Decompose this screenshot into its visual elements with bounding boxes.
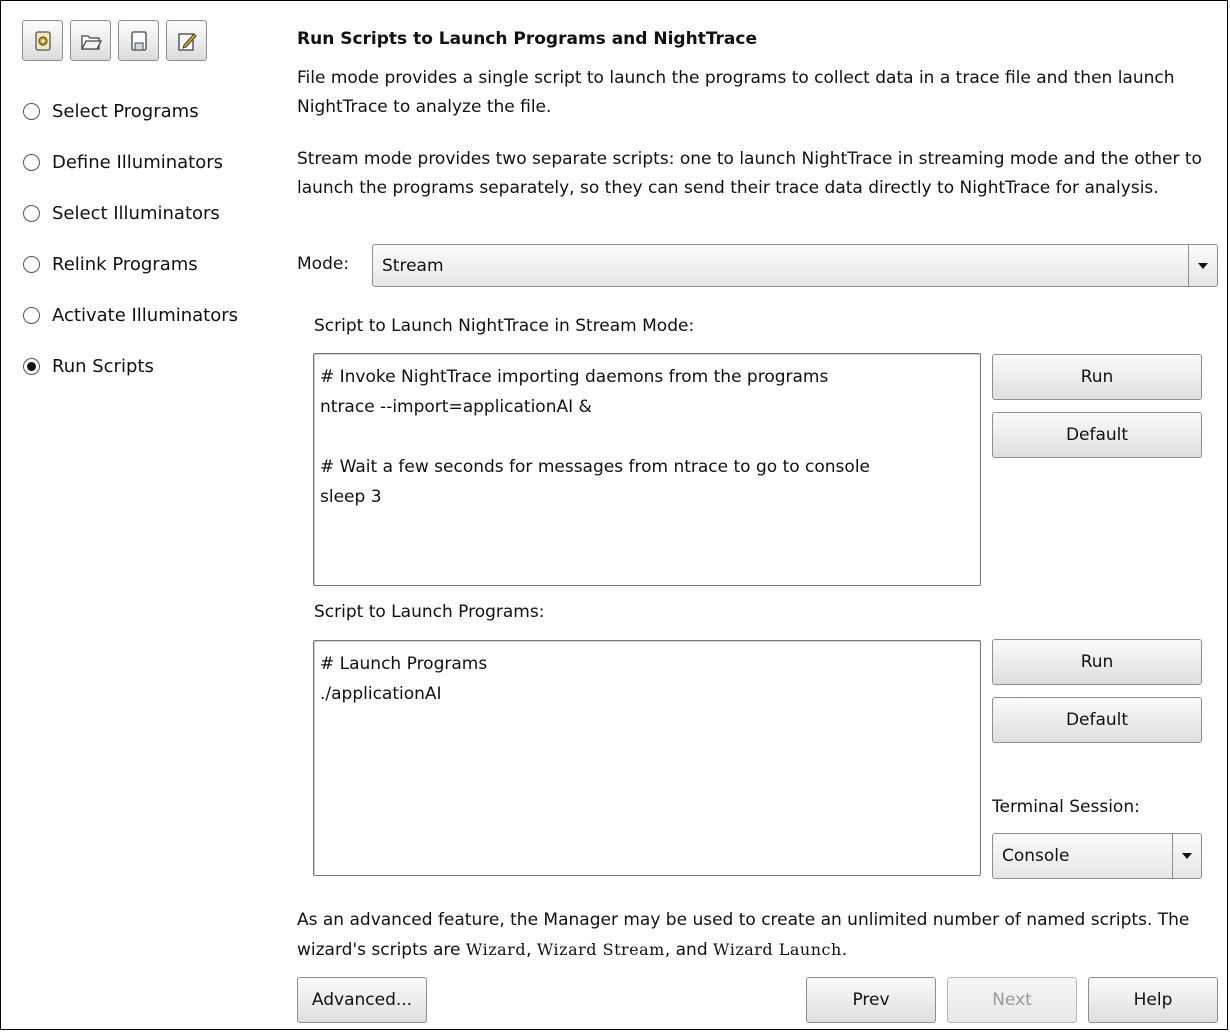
wizard-window: Select Programs Define Illuminators Sele… xyxy=(0,0,1228,1030)
step-label: Define Illuminators xyxy=(52,152,224,173)
mode-label: Mode: xyxy=(297,254,350,274)
radio-button[interactable] xyxy=(23,205,40,222)
step-label: Relink Programs xyxy=(52,254,198,275)
note-end: . xyxy=(841,940,848,960)
launch-script-editor[interactable]: # Launch Programs ./applicationAI xyxy=(313,640,981,876)
open-folder-icon xyxy=(80,34,102,50)
save-disk-icon xyxy=(130,30,147,51)
note-separator: , xyxy=(526,940,537,960)
radio-button[interactable] xyxy=(23,256,40,273)
stream-default-button[interactable]: Default xyxy=(992,412,1202,458)
script-name-wizard-stream: Wizard Stream xyxy=(536,940,665,959)
launch-default-button[interactable]: Default xyxy=(992,697,1202,743)
mode-select[interactable]: Stream xyxy=(372,244,1218,287)
step-define-illuminators[interactable]: Define Illuminators xyxy=(23,137,238,188)
advanced-button[interactable]: Advanced... xyxy=(297,977,427,1023)
radio-button[interactable] xyxy=(23,154,40,171)
chevron-down-icon xyxy=(1182,853,1192,859)
terminal-dropdown-arrow[interactable] xyxy=(1172,834,1201,878)
stream-run-button[interactable]: Run xyxy=(992,354,1202,400)
step-label: Run Scripts xyxy=(52,356,154,377)
edit-button[interactable] xyxy=(166,20,207,61)
wizard-steps: Select Programs Define Illuminators Sele… xyxy=(23,86,238,392)
file-mode-description: File mode provides a single script to la… xyxy=(297,68,1175,117)
step-label: Activate Illuminators xyxy=(52,305,239,326)
edit-pencil-icon xyxy=(177,32,197,51)
stream-script-label: Script to Launch NightTrace in Stream Mo… xyxy=(314,316,695,336)
advanced-feature-note: As an advanced feature, the Manager may … xyxy=(297,906,1222,965)
script-name-wizard-launch: Wizard Launch xyxy=(713,940,842,959)
step-run-scripts[interactable]: Run Scripts xyxy=(23,341,238,392)
prev-button[interactable]: Prev xyxy=(806,977,936,1023)
launch-script-label: Script to Launch Programs: xyxy=(314,602,545,622)
note-separator: , and xyxy=(664,940,714,960)
save-button[interactable] xyxy=(118,20,159,61)
terminal-session-value: Console xyxy=(1002,846,1070,866)
toolbar xyxy=(22,20,207,61)
next-button[interactable]: Next xyxy=(947,977,1077,1023)
script-name-wizard: Wizard xyxy=(465,940,527,959)
terminal-session-select[interactable]: Console xyxy=(992,833,1202,879)
step-label: Select Illuminators xyxy=(52,203,220,224)
step-select-illuminators[interactable]: Select Illuminators xyxy=(23,188,238,239)
step-activate-illuminators[interactable]: Activate Illuminators xyxy=(23,290,238,341)
radio-button-selected[interactable] xyxy=(23,358,40,375)
mode-value: Stream xyxy=(382,255,444,276)
open-button[interactable] xyxy=(70,20,111,61)
wizard-gear-icon xyxy=(34,30,51,51)
stream-script-editor[interactable]: # Invoke NightTrace importing daemons fr… xyxy=(313,353,981,586)
radio-dot xyxy=(27,362,36,371)
step-relink-programs[interactable]: Relink Programs xyxy=(23,239,238,290)
stream-mode-description: Stream mode provides two separate script… xyxy=(297,149,1202,198)
help-button[interactable]: Help xyxy=(1088,977,1218,1023)
mode-dropdown-arrow[interactable] xyxy=(1188,245,1217,286)
terminal-session-label: Terminal Session: xyxy=(992,797,1140,817)
radio-button[interactable] xyxy=(23,103,40,120)
step-select-programs[interactable]: Select Programs xyxy=(23,86,238,137)
chevron-down-icon xyxy=(1198,262,1208,269)
launch-run-button[interactable]: Run xyxy=(992,639,1202,685)
page-title: Run Scripts to Launch Programs and Night… xyxy=(297,29,758,49)
wizard-button[interactable] xyxy=(22,20,63,61)
radio-button[interactable] xyxy=(23,307,40,324)
step-label: Select Programs xyxy=(52,101,199,122)
